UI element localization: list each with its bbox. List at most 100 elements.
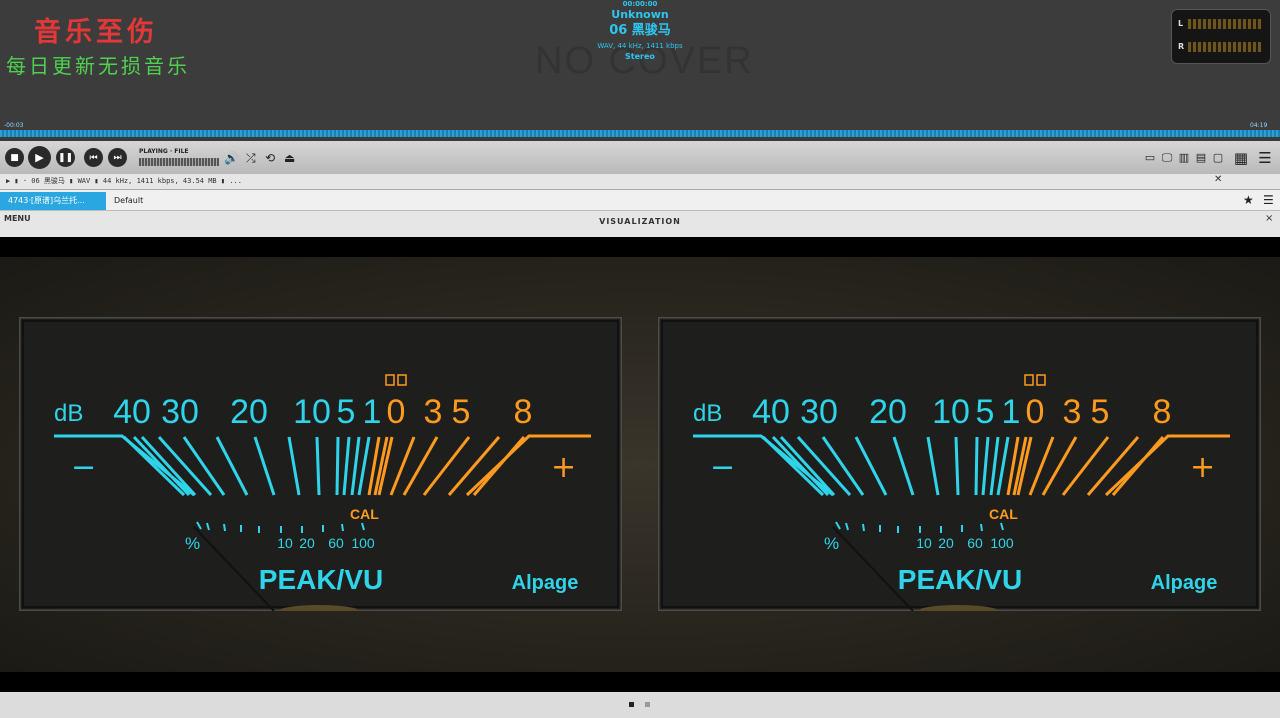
scale-tick bbox=[335, 436, 340, 496]
scale-label: 1 bbox=[1002, 393, 1021, 431]
scale-tick bbox=[315, 436, 321, 496]
scale-label: 1 bbox=[363, 393, 382, 431]
track-channels: Stereo bbox=[625, 52, 655, 61]
page-dot[interactable] bbox=[645, 702, 650, 707]
track-title: 06 黑骏马 bbox=[609, 23, 671, 38]
previous-button[interactable]: ⏮ bbox=[84, 148, 103, 167]
percent-label: % bbox=[185, 534, 200, 553]
scale-label: 20 bbox=[869, 393, 907, 431]
tab-playlist[interactable]: 4743·[原谱]乌兰托... bbox=[0, 192, 106, 210]
plus-sign: + bbox=[551, 450, 576, 485]
file-info-text: ▶ ▮ · 06 黑骏马 ▮ WAV ▮ 44 kHz, 1411 kbps, … bbox=[6, 177, 242, 185]
scale-label-red: 5 bbox=[452, 393, 471, 431]
close-icon[interactable]: × bbox=[1265, 213, 1273, 224]
percent-value: 60 bbox=[967, 535, 983, 551]
page-dot-active[interactable] bbox=[629, 702, 634, 707]
eject-icon[interactable]: ⏏ bbox=[284, 151, 295, 165]
volume-icon[interactable]: 🔊 bbox=[224, 151, 239, 165]
watermark-subtitle: 每日更新无损音乐 bbox=[6, 54, 190, 78]
scale-label-red: 8 bbox=[514, 393, 533, 431]
play-button[interactable]: ▶ bbox=[28, 146, 51, 169]
shuffle-icon[interactable]: ⤮ bbox=[246, 151, 256, 165]
left-level-bar bbox=[1188, 19, 1262, 29]
equalizer-icon[interactable]: ▦ bbox=[1233, 150, 1249, 166]
left-channel-label: L bbox=[1178, 19, 1184, 28]
scale-label: 10 bbox=[932, 393, 970, 431]
meter-maker: Alpage bbox=[1151, 572, 1218, 594]
scale-label-red: 3 bbox=[1063, 393, 1082, 431]
previous-icon: ⏮ bbox=[89, 152, 98, 163]
minus-sign: − bbox=[71, 450, 96, 485]
stop-button[interactable]: ■ bbox=[5, 148, 24, 167]
track-format: WAV, 44 kHz, 1411 kbps bbox=[597, 42, 683, 50]
scale-label-red: 0 bbox=[387, 393, 406, 431]
close-info-icon[interactable]: ✕ bbox=[1214, 174, 1222, 185]
plus-sign: + bbox=[1190, 450, 1215, 485]
percent-tick bbox=[341, 523, 344, 532]
volume-slider[interactable] bbox=[139, 158, 219, 166]
stop-icon: ■ bbox=[10, 152, 19, 163]
percent-value: 20 bbox=[938, 535, 954, 551]
track-artist: Unknown bbox=[611, 8, 669, 21]
scale-label: 30 bbox=[161, 393, 199, 431]
footer-bar bbox=[0, 692, 1280, 718]
percent-label: % bbox=[824, 534, 839, 553]
visualization-header: MENU VISUALIZATION × bbox=[0, 210, 1280, 237]
monitor-icon[interactable]: 🖵 bbox=[1159, 150, 1175, 166]
scale-label: 40 bbox=[752, 393, 790, 431]
meter-maker: Alpage bbox=[512, 572, 579, 594]
cal-label: CAL bbox=[350, 506, 379, 522]
playback-status: PLAYING · FILE bbox=[139, 148, 189, 155]
pause-button[interactable]: ❚❚ bbox=[56, 148, 75, 167]
scale-label-red: 5 bbox=[1091, 393, 1110, 431]
lyrics-icon[interactable]: ▢ bbox=[1210, 150, 1226, 166]
transport-controls: ■ ▶ ❚❚ ⏮ ⏭ PLAYING · FILE 🔊 ⤮ ⟲ ⏏ ▭ 🖵 ▥ … bbox=[0, 141, 1280, 174]
next-icon: ⏭ bbox=[113, 152, 122, 163]
minus-sign: − bbox=[710, 450, 735, 485]
scale-label: 40 bbox=[113, 393, 151, 431]
percent-value: 10 bbox=[277, 535, 293, 551]
scale-tick bbox=[974, 436, 979, 496]
percent-tick bbox=[223, 523, 226, 532]
percent-value: 20 bbox=[299, 535, 315, 551]
scale-label-red: 0 bbox=[1026, 393, 1045, 431]
remaining-time: 04:19 bbox=[1250, 122, 1268, 129]
cal-label: CAL bbox=[989, 506, 1018, 522]
percent-value: 60 bbox=[328, 535, 344, 551]
star-icon[interactable]: ★ bbox=[1243, 193, 1254, 207]
repeat-icon[interactable]: ⟲ bbox=[265, 151, 275, 165]
scale-label-red: 3 bbox=[424, 393, 443, 431]
next-button[interactable]: ⏭ bbox=[108, 148, 127, 167]
level-meter: L R bbox=[1171, 9, 1271, 64]
tab-default[interactable]: Default bbox=[106, 192, 151, 210]
right-level-bar bbox=[1188, 42, 1262, 52]
playlist-tabs: 4743·[原谱]乌兰托... Default bbox=[0, 190, 1280, 210]
right-channel-label: R bbox=[1178, 42, 1185, 51]
db-label: dB bbox=[54, 400, 83, 427]
scale-label: 5 bbox=[337, 393, 356, 431]
vu-meter-left: dB 40 30 20 10 5 1 0 3 5 8− +CAL% 10 20 60 100PEAK/VU Al… bbox=[19, 317, 622, 611]
spectrum-icon[interactable]: ▥ bbox=[1176, 150, 1192, 166]
now-playing-area: 音乐至伤 每日更新无损音乐 NO COVER 00:00:00 Unknown … bbox=[0, 0, 1280, 130]
elapsed-time: -00:03 bbox=[4, 122, 24, 129]
vu-meter-right: dB 40 30 20 10 5 1 0 3 5 8− +CAL% 10 20 60 100PEAK/VU Al… bbox=[658, 317, 1261, 611]
seek-bar[interactable] bbox=[0, 130, 1280, 137]
menu-icon[interactable]: ☰ bbox=[1263, 193, 1274, 207]
percent-value: 100 bbox=[351, 535, 375, 551]
miniplayer-icon[interactable]: ▭ bbox=[1142, 150, 1158, 166]
visualizer-icon[interactable]: ▤ bbox=[1193, 150, 1209, 166]
meter-brand: PEAK/VU bbox=[898, 564, 1022, 595]
scale-label: 10 bbox=[293, 393, 331, 431]
scale-label: 30 bbox=[800, 393, 838, 431]
percent-value: 10 bbox=[916, 535, 932, 551]
scale-label-red: 8 bbox=[1153, 393, 1172, 431]
file-info-bar: ▶ ▮ · 06 黑骏马 ▮ WAV ▮ 44 kHz, 1411 kbps, … bbox=[0, 174, 1280, 190]
percent-tick bbox=[862, 523, 865, 532]
meter-brand: PEAK/VU bbox=[259, 564, 383, 595]
playlist-icon[interactable]: ☰ bbox=[1257, 150, 1273, 166]
watermark-title: 音乐至伤 bbox=[34, 17, 158, 48]
scale-label: 20 bbox=[230, 393, 268, 431]
track-info: 00:00:00 Unknown 06 黑骏马 WAV, 44 kHz, 141… bbox=[540, 0, 740, 62]
scale-tick bbox=[954, 436, 960, 496]
scale-label: 5 bbox=[976, 393, 995, 431]
